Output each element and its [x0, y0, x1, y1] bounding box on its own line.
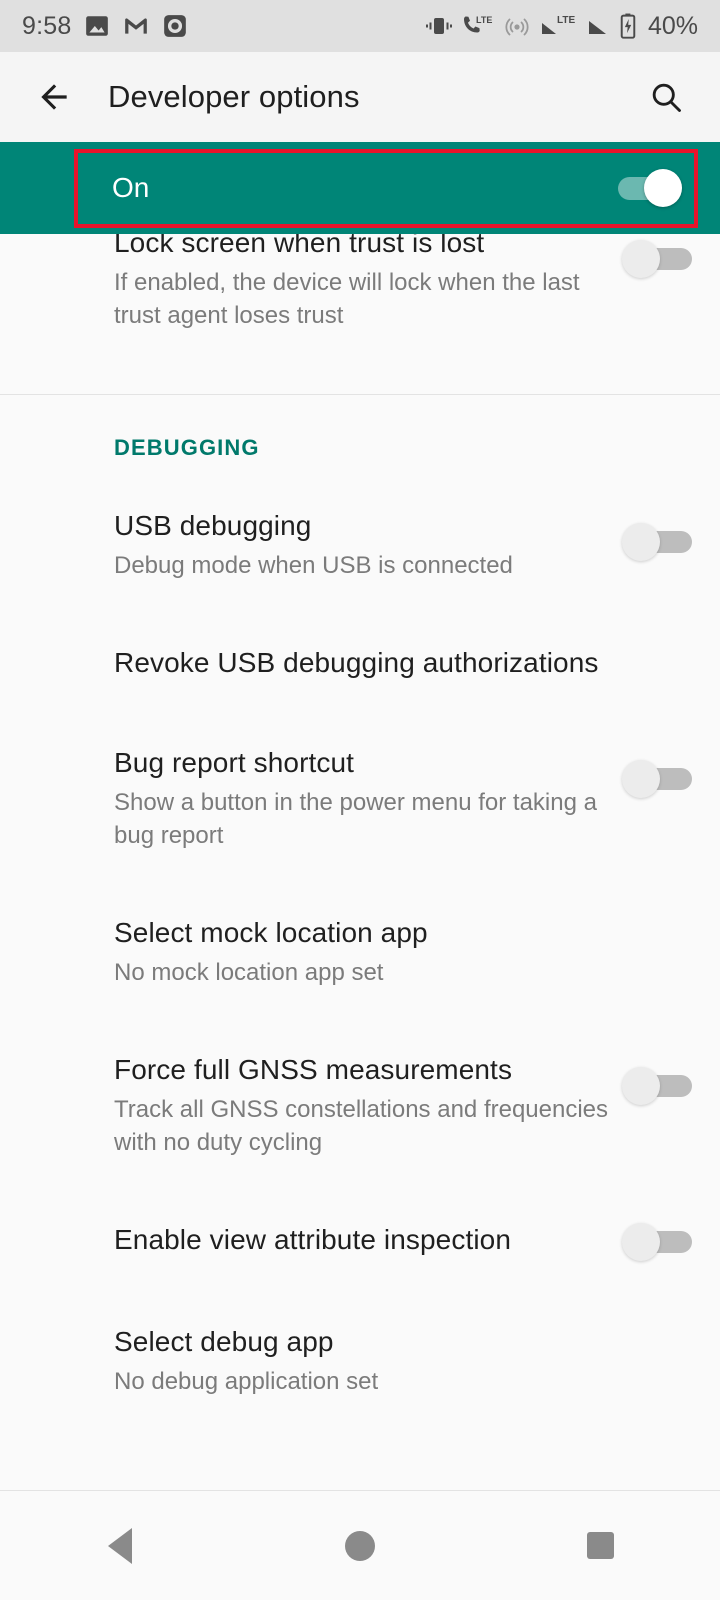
toggle-thumb [622, 760, 660, 798]
list-item-force-full-gnss-measurements[interactable]: Force full GNSS measurements Track all G… [0, 1051, 720, 1159]
hotspot-icon [504, 14, 530, 38]
vibrate-icon [425, 14, 452, 38]
list-item-summary: If enabled, the device will lock when th… [114, 269, 580, 329]
toggle-thumb [622, 240, 660, 278]
svg-text:LTE: LTE [476, 15, 492, 25]
list-item-summary: No mock location app set [114, 959, 384, 986]
status-clock: 9:58 [22, 11, 72, 40]
section-header-debugging: DEBUGGING [114, 435, 260, 460]
list-item-title: Select mock location app [114, 917, 428, 948]
list-item-toggle[interactable] [622, 1065, 692, 1105]
list-item-summary: Show a button in the power menu for taki… [114, 789, 597, 849]
battery-percent-label: 40% [647, 11, 698, 40]
list-item-summary: Track all GNSS constellations and freque… [114, 1096, 609, 1156]
status-bar-left: 9:58 [22, 12, 188, 41]
list-item-lock-screen-when-trust-is-lost[interactable]: Lock screen when trust is lost If enable… [0, 234, 720, 332]
list-item-toggle[interactable] [622, 238, 692, 278]
battery-charging-icon [619, 13, 637, 39]
list-item-summary: Debug mode when USB is connected [114, 552, 513, 579]
signal-lte-icon: LTE [539, 14, 577, 38]
photos-icon [84, 13, 110, 39]
app-bar: Developer options [0, 52, 720, 142]
developer-options-master-switch-row[interactable]: On [0, 142, 720, 234]
status-bar-right: LTE LTE 40% [425, 11, 698, 41]
nav-back-icon[interactable] [0, 1527, 240, 1564]
list-item-select-debug-app[interactable]: Select debug app No debug application se… [0, 1323, 720, 1398]
list-item-toggle[interactable] [622, 521, 692, 561]
search-icon[interactable] [640, 71, 692, 123]
list-item-usb-debugging[interactable]: USB debugging Debug mode when USB is con… [0, 507, 720, 582]
toggle-thumb [622, 523, 660, 561]
system-navigation-bar [0, 1490, 720, 1600]
list-item-text: Bug report shortcut Show a button in the… [114, 744, 626, 852]
list-item-text: Lock screen when trust is lost If enable… [114, 234, 626, 332]
gmail-icon [123, 13, 149, 39]
page-title: Developer options [108, 79, 360, 114]
svg-text:LTE: LTE [557, 15, 575, 26]
toggle-thumb [644, 169, 682, 207]
list-item-title: Enable view attribute inspection [114, 1224, 511, 1255]
list-item-title: Select debug app [114, 1326, 334, 1357]
list-item-title: Lock screen when trust is lost [114, 234, 485, 258]
list-item-bug-report-shortcut[interactable]: Bug report shortcut Show a button in the… [0, 744, 720, 852]
list-item-text: USB debugging Debug mode when USB is con… [114, 507, 626, 582]
status-bar: 9:58 LTE LTE 40% [0, 0, 720, 52]
signal-bars-icon [586, 14, 610, 38]
list-item-text: Select mock location app No mock locatio… [114, 914, 692, 989]
list-item-text: Enable view attribute inspection [114, 1221, 626, 1259]
master-switch-label: On [112, 172, 150, 203]
list-item-select-mock-location-app[interactable]: Select mock location app No mock locatio… [0, 914, 720, 989]
nav-home-icon[interactable] [240, 1530, 480, 1561]
list-item-revoke-usb-debugging-authorizations[interactable]: Revoke USB debugging authorizations [0, 644, 720, 682]
android-screen: 9:58 LTE LTE 40% Developer options On Lo… [0, 0, 720, 1600]
record-circle-icon [162, 13, 188, 39]
volte-call-icon: LTE [461, 14, 495, 38]
list-item-summary: No debug application set [114, 1368, 379, 1395]
list-item-title: USB debugging [114, 510, 312, 541]
arrow-back-icon[interactable] [28, 71, 80, 123]
nav-recents-icon[interactable] [480, 1532, 720, 1559]
master-switch-toggle[interactable] [618, 169, 684, 207]
list-item-title: Revoke USB debugging authorizations [114, 647, 599, 678]
list-item-toggle[interactable] [622, 1221, 692, 1261]
list-item-title: Force full GNSS measurements [114, 1054, 513, 1085]
list-item-title: Bug report shortcut [114, 747, 355, 778]
list-item-text: Select debug app No debug application se… [114, 1323, 692, 1398]
settings-list[interactable]: Lock screen when trust is lost If enable… [0, 234, 720, 1490]
list-item-text: Force full GNSS measurements Track all G… [114, 1051, 626, 1159]
list-item-enable-view-attribute-inspection[interactable]: Enable view attribute inspection [0, 1221, 720, 1261]
toggle-thumb [622, 1223, 660, 1261]
list-item-toggle[interactable] [622, 758, 692, 798]
toggle-thumb [622, 1067, 660, 1105]
list-item-text: Revoke USB debugging authorizations [114, 644, 692, 682]
